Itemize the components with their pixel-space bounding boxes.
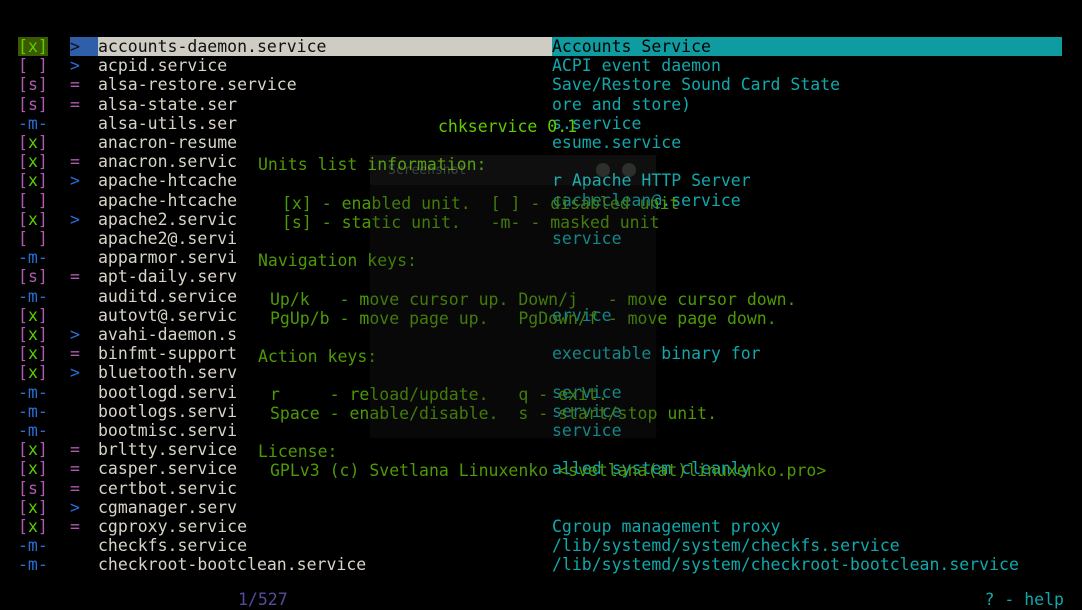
help-units-line-2: [s] - static unit. -m- - masked unit <box>282 213 660 232</box>
unit-name: accounts-daemon.service <box>98 37 327 56</box>
help-version: chkservice 0.1 <box>438 117 578 136</box>
help-license-line: GPLv3 (c) Svetlana Linuxenko <svetlana(a… <box>270 461 827 480</box>
help-overlay: chkservice 0.1 Units list information: [… <box>0 0 1082 610</box>
unit-description: Accounts Service <box>552 37 711 56</box>
help-units-line-1: [x] - enabled unit. [ ] - disabled unit <box>282 194 680 213</box>
help-nav-line-2: PgUp/b - move page up. PgDown/f - move p… <box>270 309 777 328</box>
help-nav-title: Navigation keys: <box>258 251 417 270</box>
help-action-line-2: Space - enable/disable. s - start/stop u… <box>270 404 718 423</box>
help-units-title: Units list information: <box>258 155 487 174</box>
help-nav-line-1: Up/k - move cursor up. Down/j - move cur… <box>270 290 797 309</box>
help-action-line-1: r - reload/update. q - exit. <box>270 385 608 404</box>
help-license-title: License: <box>258 442 338 461</box>
help-hint: ? - help <box>984 590 1064 609</box>
position-counter: 1/527 <box>238 590 288 609</box>
terminal-screen: [x] > accounts-daemon.service Accounts Serv… <box>0 0 1082 610</box>
help-action-title: Action keys: <box>258 347 378 366</box>
